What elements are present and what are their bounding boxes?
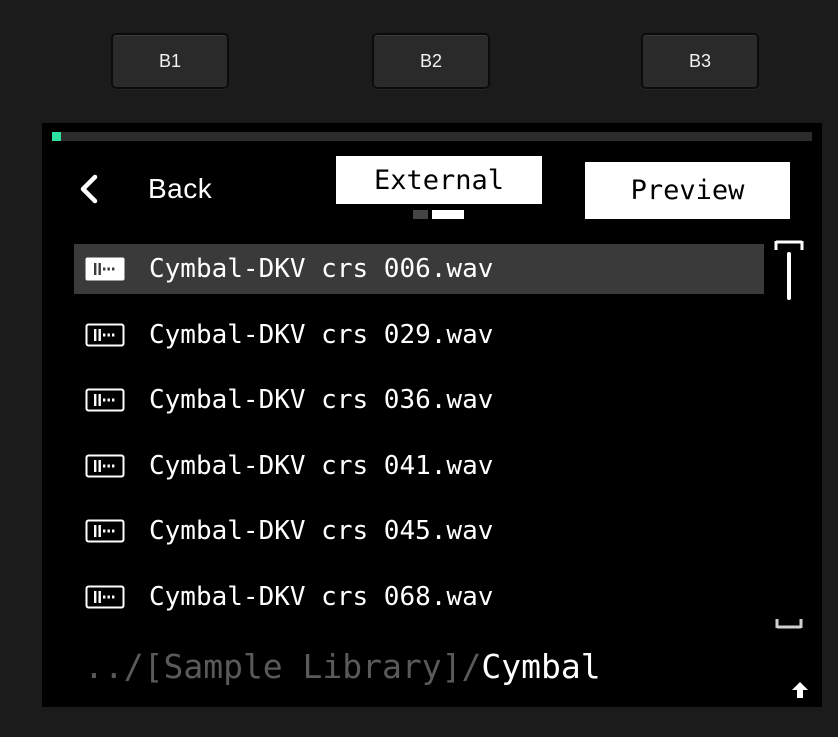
hardware-button-label: B2 xyxy=(419,50,443,71)
scrollbar-top-cap xyxy=(774,240,804,250)
audio-file-icon xyxy=(85,388,125,412)
file-list-item[interactable]: Cymbal-DKV crs 029.wav xyxy=(74,310,764,360)
audio-file-icon xyxy=(85,519,125,543)
file-list-item[interactable]: Cymbal-DKV crs 041.wav xyxy=(74,441,764,491)
tab-external[interactable]: External xyxy=(336,156,542,204)
progress-bar xyxy=(52,132,812,141)
hardware-button-label: B3 xyxy=(688,50,712,71)
page-dot-2 xyxy=(432,210,464,219)
preview-button[interactable]: Preview xyxy=(585,162,790,219)
hardware-button-b1[interactable]: B1 xyxy=(111,33,229,89)
file-name: Cymbal-DKV crs 041.wav xyxy=(149,450,494,481)
hardware-button-b2[interactable]: B2 xyxy=(372,33,490,89)
audio-file-icon xyxy=(85,323,125,346)
file-list-item-selected[interactable]: Cymbal-DKV crs 006.wav xyxy=(74,244,764,294)
device-frame: B1 B2 B3 Back External Preview Cymbal-DK… xyxy=(0,0,838,737)
preview-label: Preview xyxy=(630,175,745,206)
audio-file-icon xyxy=(85,454,125,477)
file-name: Cymbal-DKV crs 036.wav xyxy=(149,385,494,415)
file-name: Cymbal-DKV crs 029.wav xyxy=(149,319,494,350)
file-name: Cymbal-DKV crs 006.wav xyxy=(149,254,494,284)
progress-fill xyxy=(52,132,62,141)
file-list-item[interactable]: Cymbal-DKV crs 068.wav xyxy=(74,572,764,622)
file-list-item[interactable]: Cymbal-DKV crs 036.wav xyxy=(74,375,764,425)
file-name: Cymbal-DKV crs 045.wav xyxy=(149,516,494,546)
file-list: Cymbal-DKV crs 006.wav Cymbal-DKV crs 02… xyxy=(74,244,764,637)
hardware-button-b3[interactable]: B3 xyxy=(641,33,759,89)
back-label: Back xyxy=(148,173,213,204)
tab-external-label: External xyxy=(373,164,505,196)
audio-file-icon xyxy=(85,585,125,608)
page-dot-1 xyxy=(413,210,428,219)
scrollbar[interactable] xyxy=(774,240,804,630)
path-current-folder: Cymbal xyxy=(481,647,601,686)
scrollbar-bottom-cap xyxy=(775,619,803,629)
back-button[interactable]: Back xyxy=(78,167,238,211)
device-screen: Back External Preview Cymbal-DKV crs 006… xyxy=(42,123,822,707)
chevron-left-icon xyxy=(80,174,98,204)
page-indicator xyxy=(413,210,465,219)
path-parent: ../[Sample Library]/ xyxy=(84,647,482,686)
hardware-button-label: B1 xyxy=(158,50,182,71)
file-name: Cymbal-DKV crs 068.wav xyxy=(149,581,494,612)
audio-file-icon xyxy=(85,257,125,281)
arrow-up-icon[interactable] xyxy=(790,680,810,700)
breadcrumb-path: ../[Sample Library]/Cymbal xyxy=(84,647,601,686)
file-list-item[interactable]: Cymbal-DKV crs 045.wav xyxy=(74,506,764,556)
